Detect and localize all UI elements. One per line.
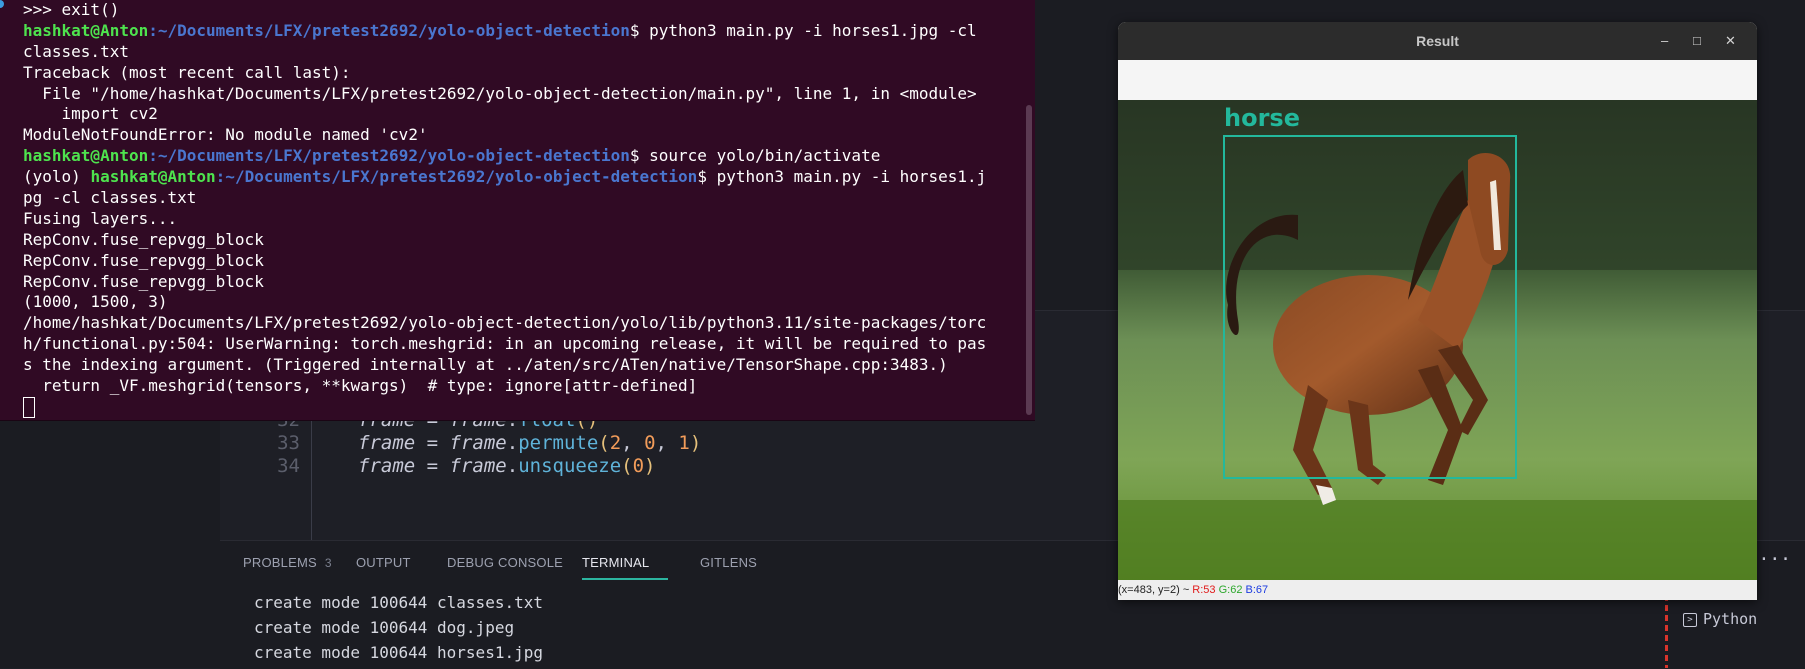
code-token: 1 (678, 432, 690, 454)
code-token: = (415, 455, 450, 477)
tab-problems[interactable]: PROBLEMS 3 (243, 555, 332, 570)
terminal-line: ModuleNotFoundError: No module named 'cv… (23, 125, 428, 145)
maximize-button[interactable]: □ (1693, 22, 1701, 60)
code-token: ( (598, 432, 610, 454)
terminal-line (23, 396, 1028, 418)
terminal-line: (1000, 1500, 3) (23, 292, 168, 312)
terminal-line: RepConv.fuse_repvgg_block (23, 229, 264, 249)
close-button[interactable]: ✕ (1725, 22, 1736, 60)
code-token: frame (449, 432, 507, 454)
code-token: , (655, 432, 679, 454)
terminal-output-line: create mode 100644 horses1.jpg (254, 643, 543, 662)
terminal-line: classes.txt (23, 41, 129, 61)
prompt-path: :~/Documents/LFX/pretest2692/yolo-object… (215, 167, 698, 187)
terminal-output-line: create mode 100644 classes.txt (254, 593, 543, 612)
detection-label: horse (1224, 104, 1300, 132)
terminal-list-item-python[interactable]: > Python (1683, 610, 1757, 628)
code-token: 0 (644, 432, 656, 454)
tab-label: GITLENS (700, 555, 758, 570)
ellipsis-icon[interactable]: ··· (1758, 549, 1791, 570)
code-text: frame = frame.unsqueeze(0) (358, 453, 656, 479)
terminal-line: RepConv.fuse_repvgg_block (23, 250, 264, 270)
status-dot (0, 0, 4, 8)
active-tab-indicator (582, 578, 668, 580)
problems-count-badge: 3 (324, 556, 332, 570)
terminal-line: /home/hashkat/Documents/LFX/pretest2692/… (23, 313, 987, 333)
red-value: R:53 (1192, 584, 1216, 596)
terminal-cursor (23, 396, 35, 418)
terminal-icon: > (1683, 612, 1697, 627)
tab-gitlens[interactable]: GITLENS (700, 555, 757, 570)
code-token: unsqueeze (518, 455, 622, 477)
cursor-coords: (x=483, y=2) ~ (1118, 584, 1193, 596)
pixel-status-bar: (x=483, y=2) ~ R:53 G:62 B:67 (1118, 580, 1757, 600)
terminal-line: return _VF.meshgrid(tensors, **kwargs) #… (23, 376, 698, 396)
image-toolbar (1118, 60, 1757, 100)
terminal-line: Traceback (most recent call last): (23, 62, 351, 82)
code-token: , (621, 432, 645, 454)
terminal-line: hashkat@Anton:~/Documents/LFX/pretest269… (23, 21, 1028, 42)
horse-photo (1118, 100, 1757, 580)
tab-debug-console[interactable]: DEBUG CONSOLE (447, 555, 563, 570)
tab-label: TERMINAL (582, 555, 650, 570)
line-number: 34 (277, 455, 300, 477)
code-token: = (415, 432, 450, 454)
prompt-user: hashkat@Anton (90, 167, 216, 187)
blue-value: B:67 (1245, 584, 1269, 596)
prompt-user: hashkat@Anton (23, 146, 149, 166)
terminal-line: s the indexing argument. (Triggered inte… (23, 355, 948, 375)
code-token: . (506, 432, 519, 454)
tab-label: DEBUG CONSOLE (447, 555, 564, 570)
terminal-scrollbar[interactable] (1026, 105, 1032, 415)
tab-label: PROBLEMS (243, 555, 317, 570)
tab-terminal[interactable]: TERMINAL (582, 555, 649, 570)
terminal-line: RepConv.fuse_repvgg_block (23, 271, 264, 291)
prompt-path: :~/Documents/LFX/pretest2692/yolo-object… (148, 20, 630, 40)
green-value: G:62 (1218, 584, 1243, 596)
terminal-line: (yolo) hashkat@Anton:~/Documents/LFX/pre… (23, 167, 1028, 188)
terminal-line: h/functional.py:504: UserWarning: torch.… (23, 334, 987, 354)
terminal-list-label: Python (1703, 610, 1758, 628)
code-token: permute (518, 432, 599, 454)
code-token: ( (621, 455, 633, 477)
detection-image[interactable]: horse (1118, 100, 1757, 580)
prompt-env: (yolo) (23, 167, 91, 187)
terminal-text: >>> exit() hashkat@Anton:~/Documents/LFX/… (23, 0, 1028, 418)
breakpoint-marker (1665, 595, 1668, 668)
prompt-path: :~/Documents/LFX/pretest2692/yolo-object… (148, 146, 630, 166)
prompt-user: hashkat@Anton (23, 20, 149, 40)
result-window[interactable]: Result – □ ✕ horse (x=483, y=2) ~ R:53 G… (1118, 22, 1757, 600)
indent-guide (311, 420, 312, 540)
terminal-line: Fusing layers... (23, 208, 178, 228)
code-token: ) (644, 455, 656, 477)
prompt-command: $ python3 main.py -i horses1.jpg -cl (629, 20, 977, 40)
code-token: frame (449, 455, 507, 477)
prompt-command: $ python3 main.py -i horses1.j (697, 167, 987, 187)
tab-output[interactable]: OUTPUT (356, 555, 411, 570)
window-titlebar[interactable]: Result – □ ✕ (1118, 22, 1757, 60)
terminal-line: pg -cl classes.txt (23, 188, 197, 208)
terminal-output-line: create mode 100644 dog.jpeg (254, 618, 515, 637)
prompt-command: $ source yolo/bin/activate (629, 146, 881, 166)
minimize-button[interactable]: – (1661, 22, 1668, 60)
terminal-line: hashkat@Anton:~/Documents/LFX/pretest269… (23, 146, 1028, 167)
terminal-window[interactable]: >>> exit() hashkat@Anton:~/Documents/LFX/… (0, 0, 1035, 421)
code-token: ) (689, 432, 702, 454)
code-token: frame (358, 455, 416, 477)
code-token: . (506, 455, 519, 477)
terminal-line: >>> exit() (23, 0, 120, 19)
terminal-line: File "/home/hashkat/Documents/LFX/pretes… (23, 83, 977, 103)
code-token: 2 (609, 432, 622, 454)
code-token: 0 (632, 455, 645, 477)
terminal-line: import cv2 (23, 104, 158, 124)
code-token: frame (358, 432, 416, 454)
tab-label: OUTPUT (356, 555, 411, 570)
